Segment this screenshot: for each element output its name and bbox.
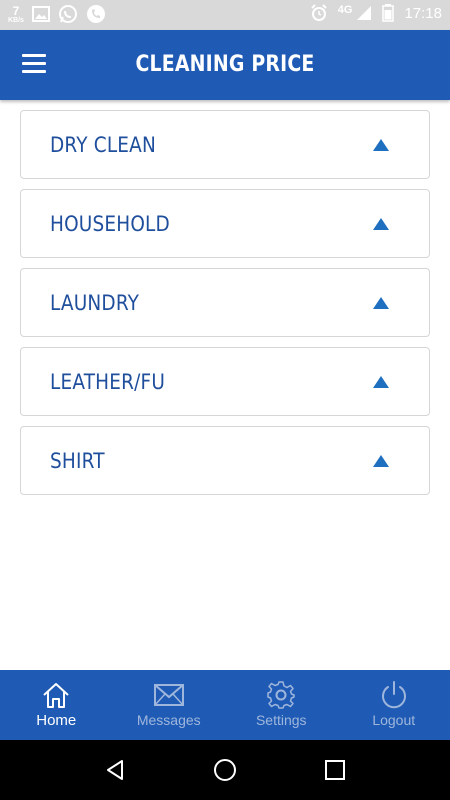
category-label: LEATHER/FU (50, 370, 166, 394)
back-icon[interactable] (95, 750, 135, 790)
nav-settings[interactable]: Settings (225, 670, 338, 740)
home-icon (41, 680, 71, 710)
status-bar: 7 KB/s 4G 17:18 (0, 0, 450, 30)
category-item-leather-fur[interactable]: LEATHER/FU (20, 347, 430, 416)
category-label: LAUNDRY (50, 291, 140, 315)
alarm-icon (310, 4, 328, 22)
network-speed-value: 7 (12, 3, 20, 18)
image-notification-icon (31, 6, 50, 22)
whatsapp-notification-icon (58, 4, 78, 24)
network-speed-unit: KB/s (8, 16, 24, 24)
nav-home-label: Home (36, 712, 77, 729)
nav-logout-label: Logout (372, 712, 416, 728)
signal-icon (356, 5, 372, 21)
recent-apps-icon[interactable] (315, 750, 355, 790)
app-bar: CLEANING PRICE (0, 30, 450, 100)
page-title: CLEANING PRICE (135, 52, 315, 77)
battery-icon (382, 4, 395, 22)
nav-messages[interactable]: Messages (113, 670, 226, 740)
app-screen: 7 KB/s 4G 17:18 CLEANING PRICE DRY CLEAN… (0, 0, 450, 800)
nav-settings-label: Settings (255, 712, 307, 728)
category-item-laundry[interactable]: LAUNDRY (20, 268, 430, 337)
nav-home[interactable]: Home (0, 670, 113, 740)
chevron-up-icon (373, 218, 389, 230)
category-item-shirt[interactable]: SHIRT (20, 426, 430, 495)
chevron-up-icon (373, 139, 389, 151)
system-navigation-bar (0, 740, 450, 800)
nav-messages-label: Messages (136, 712, 201, 728)
chevron-up-icon (373, 297, 389, 309)
status-bar-left: 7 KB/s (8, 4, 106, 24)
nav-logout[interactable]: Logout (338, 670, 450, 740)
phone-notification-icon (86, 4, 106, 24)
clock-time: 17:18 (404, 4, 442, 22)
status-bar-right: 4G 17:18 (310, 4, 442, 22)
network-type-label: 4G (337, 4, 353, 16)
chevron-up-icon (373, 455, 389, 467)
gear-icon (266, 680, 296, 710)
category-label: SHIRT (50, 449, 105, 473)
mail-icon (153, 680, 185, 710)
category-label: HOUSEHOLD (50, 212, 170, 236)
category-item-household[interactable]: HOUSEHOLD (20, 189, 430, 258)
category-label: DRY CLEAN (50, 133, 156, 157)
chevron-up-icon (373, 376, 389, 388)
category-item-dry-clean[interactable]: DRY CLEAN (20, 110, 430, 179)
power-icon (379, 680, 409, 710)
home-circle-icon[interactable] (205, 750, 245, 790)
network-speed-indicator: 7 KB/s (8, 5, 24, 24)
category-list: DRY CLEAN HOUSEHOLD LAUNDRY LEATHER/FU S… (20, 110, 430, 505)
bottom-navigation: Home Messages Settings Logout (0, 670, 450, 740)
